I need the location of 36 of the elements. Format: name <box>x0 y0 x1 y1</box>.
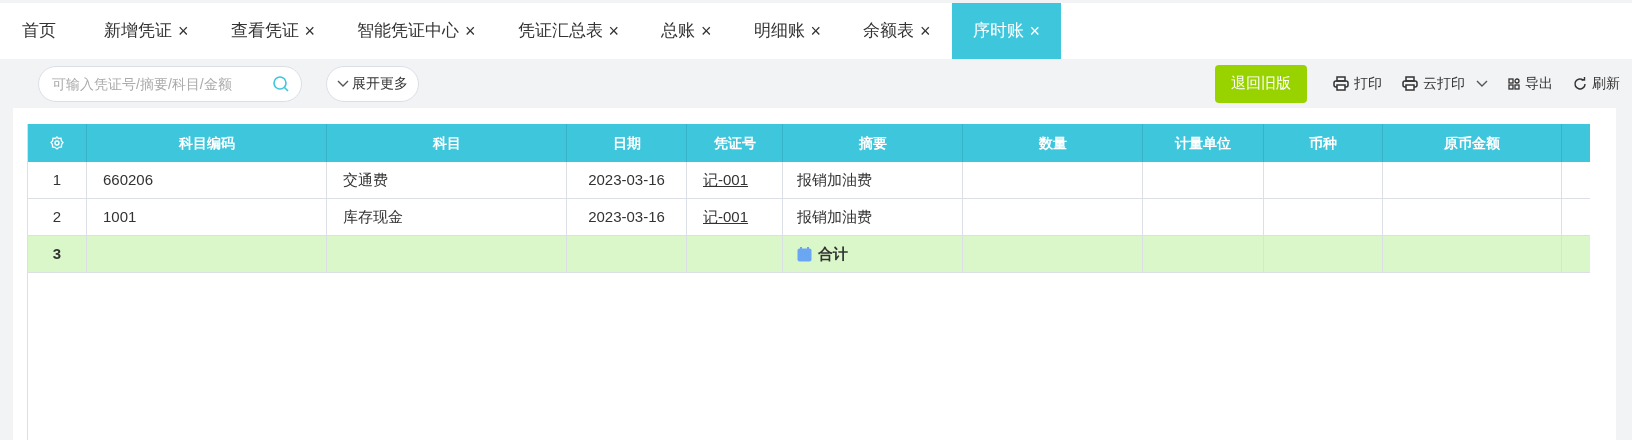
close-icon[interactable]: × <box>701 22 712 40</box>
row-number: 1 <box>52 169 62 190</box>
close-icon[interactable]: × <box>608 22 620 40</box>
table-cell-text: 库存现金 <box>343 206 403 227</box>
table-cell-text: 1001 <box>103 206 137 227</box>
row-number: 3 <box>52 243 62 264</box>
settings-icon[interactable] <box>50 136 64 150</box>
refresh-icon <box>1573 76 1587 91</box>
close-icon[interactable]: × <box>178 22 189 40</box>
voucher-link[interactable]: 记-001 <box>703 205 749 229</box>
print-button[interactable]: 打印 <box>1333 73 1382 94</box>
table-cell-text: 报销加油费 <box>797 206 872 227</box>
expand-more-button[interactable]: 展开更多 <box>326 65 419 102</box>
table-cell-text: 报销加油费 <box>797 169 872 190</box>
search-field[interactable]: 可输入凭证号/摘要/科目/金额 <box>38 65 302 102</box>
row-number: 2 <box>52 206 62 227</box>
refresh-button[interactable]: 刷新 <box>1573 73 1620 94</box>
grid-icon <box>1508 77 1520 90</box>
table-cell-text: 660206 <box>103 169 154 190</box>
voucher-link[interactable]: 记-001 <box>703 168 749 192</box>
chevron-down-icon <box>337 79 349 88</box>
export-button[interactable]: 导出 <box>1508 73 1553 94</box>
calendar-icon <box>797 246 812 262</box>
table-cell-text: 交通费 <box>343 169 388 190</box>
cloud-print-button[interactable]: 云打印 <box>1402 73 1488 94</box>
close-icon[interactable]: × <box>304 22 316 40</box>
printer-icon <box>1333 76 1349 91</box>
search-icon[interactable] <box>272 74 290 93</box>
close-icon[interactable]: × <box>920 22 931 40</box>
close-icon[interactable]: × <box>810 22 822 40</box>
table-cell-text: 2023-03-16 <box>588 206 665 227</box>
caret-icon <box>1476 79 1488 88</box>
printer-icon <box>1402 76 1418 91</box>
table-cell-text: 2023-03-16 <box>588 169 665 190</box>
total-label: 合计 <box>818 243 848 264</box>
close-icon[interactable]: × <box>465 22 476 40</box>
